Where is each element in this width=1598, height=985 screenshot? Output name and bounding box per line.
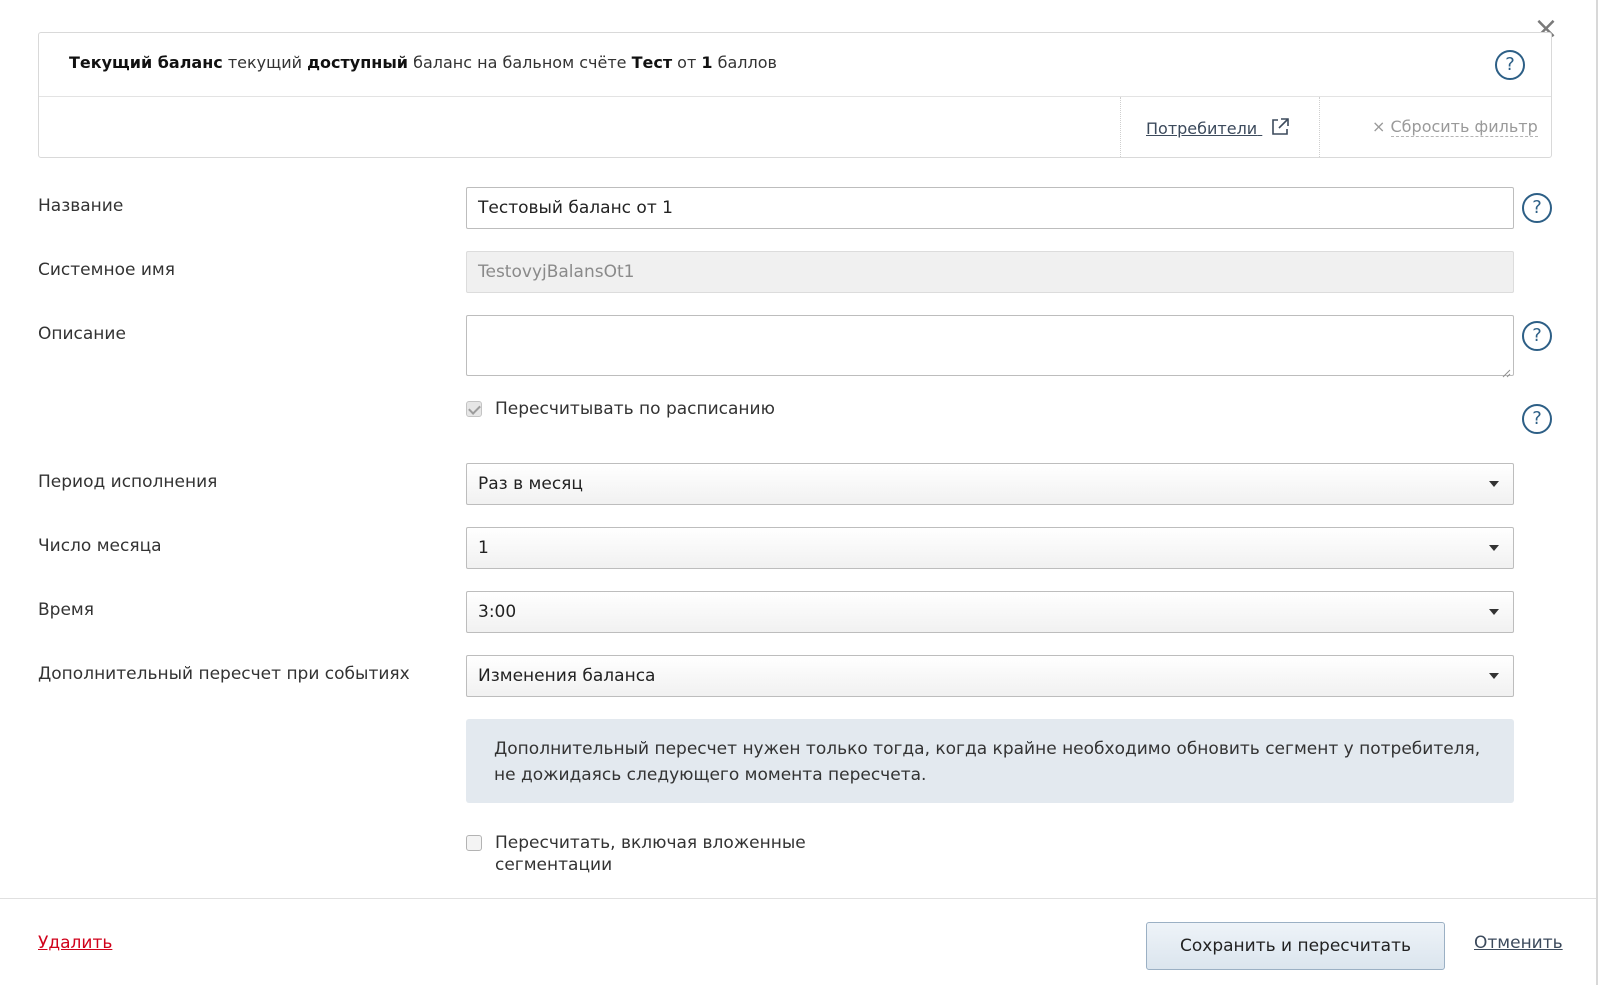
filter-actions: Потребители × Сбросить фильтр	[39, 97, 1551, 157]
filter-term-bold: доступный	[307, 53, 408, 72]
name-input-value: Тестовый баланс от 1	[478, 198, 673, 218]
reset-filter-button[interactable]: × Сбросить фильтр	[1372, 117, 1538, 137]
description-textarea[interactable]	[466, 315, 1514, 378]
system-name-input: TestovyjBalansOt1	[466, 251, 1514, 293]
period-label: Период исполнения	[38, 472, 218, 492]
filter-help-icon[interactable]: ?	[1495, 50, 1525, 80]
consumers-link-label: Потребители	[1146, 119, 1258, 138]
chevron-down-icon	[1489, 673, 1499, 679]
period-select[interactable]: Раз в месяц	[466, 463, 1514, 505]
system-name-value: TestovyjBalansOt1	[478, 262, 635, 282]
filter-term-bold: Тест	[631, 53, 673, 72]
time-select[interactable]: 3:00	[466, 591, 1514, 633]
checkbox-checked-icon[interactable]	[466, 401, 482, 417]
filter-summary: Текущий баланс текущий доступный баланс …	[39, 33, 1551, 97]
save-and-recalculate-button[interactable]: Сохранить и пересчитать	[1146, 922, 1445, 970]
delete-link[interactable]: Удалить	[38, 933, 112, 953]
chevron-down-icon	[1489, 609, 1499, 615]
system-name-label: Системное имя	[38, 260, 175, 280]
filter-term: текущий	[222, 53, 308, 72]
divider	[1120, 97, 1121, 157]
resize-grip-icon[interactable]	[1501, 363, 1511, 378]
info-notice: Дополнительный пересчет нужен только тог…	[466, 719, 1514, 803]
name-help-icon[interactable]: ?	[1522, 193, 1552, 223]
nested-segmentations-label: Пересчитать, включая вложенные сегментац…	[495, 833, 806, 875]
filter-panel: Текущий баланс текущий доступный баланс …	[38, 32, 1552, 158]
checkbox-unchecked-icon[interactable]	[466, 835, 482, 851]
cancel-link[interactable]: Отменить	[1474, 933, 1563, 953]
period-select-value: Раз в месяц	[478, 474, 583, 494]
name-input[interactable]: Тестовый баланс от 1	[466, 187, 1514, 229]
day-select-value: 1	[478, 538, 489, 558]
filter-term-bold: 1	[701, 53, 713, 72]
day-select[interactable]: 1	[466, 527, 1514, 569]
footer-divider	[0, 898, 1596, 899]
extra-recalc-select[interactable]: Изменения баланса	[466, 655, 1514, 697]
extra-recalc-label: Дополнительный пересчет при событиях	[38, 664, 410, 684]
extra-recalc-select-value: Изменения баланса	[478, 666, 656, 686]
filter-term: от	[672, 53, 702, 72]
filter-description: Текущий баланс текущий доступный баланс …	[69, 53, 777, 72]
time-select-value: 3:00	[478, 602, 517, 622]
time-label: Время	[38, 600, 94, 620]
recalc-schedule-label: Пересчитывать по расписанию	[495, 399, 775, 419]
external-link-icon	[1270, 117, 1290, 141]
divider	[1319, 97, 1320, 157]
day-label: Число месяца	[38, 536, 162, 556]
chevron-down-icon	[1489, 481, 1499, 487]
recalc-schedule-checkbox[interactable]: Пересчитывать по расписанию	[466, 398, 775, 420]
filter-term-bold: Текущий баланс	[69, 53, 223, 72]
filter-term: баллов	[712, 53, 777, 72]
chevron-down-icon	[1489, 545, 1499, 551]
reset-icon: ×	[1372, 117, 1386, 136]
save-button-label: Сохранить и пересчитать	[1180, 936, 1411, 956]
description-label: Описание	[38, 324, 126, 344]
name-label: Название	[38, 196, 124, 216]
description-help-icon[interactable]: ?	[1522, 321, 1552, 351]
nested-segmentations-checkbox[interactable]: Пересчитать, включая вложенные сегментац…	[466, 832, 815, 876]
reset-filter-label: Сбросить фильтр	[1390, 117, 1538, 137]
segment-edit-dialog: × Текущий баланс текущий доступный балан…	[0, 0, 1598, 985]
filter-term: баланс на бальном счёте	[408, 53, 632, 72]
recalc-schedule-help-icon[interactable]: ?	[1522, 404, 1552, 434]
consumers-link[interactable]: Потребители	[1146, 117, 1290, 141]
